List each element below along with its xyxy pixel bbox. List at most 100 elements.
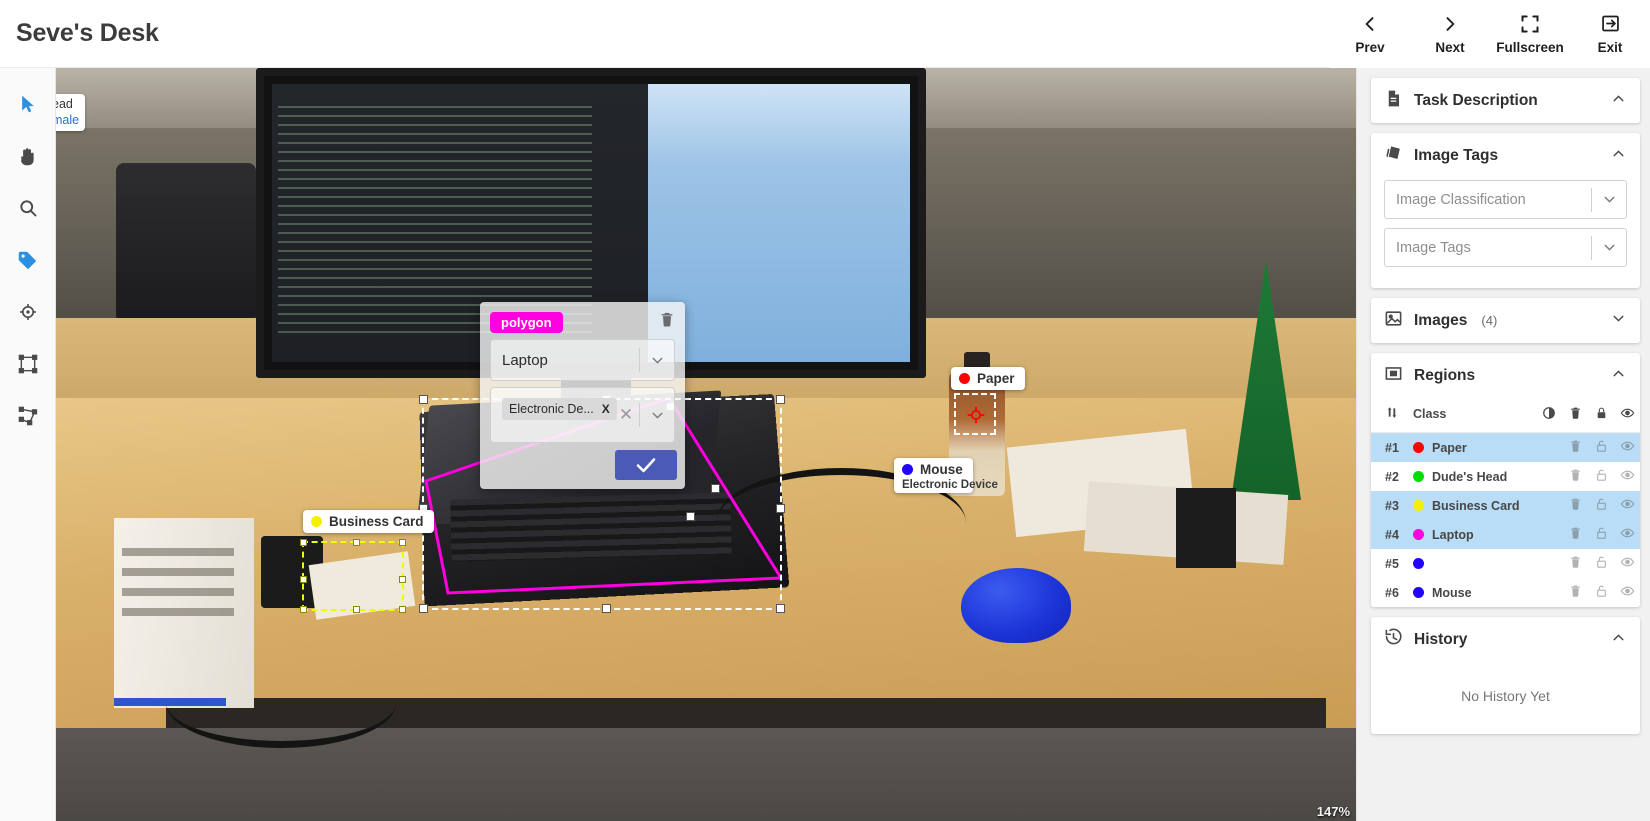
chevron-up-icon[interactable]	[1610, 629, 1627, 651]
canvas-label-business-card[interactable]: Business Card	[303, 510, 434, 533]
region-visibility-button[interactable]	[1614, 491, 1640, 520]
region-lock-button[interactable]	[1588, 578, 1614, 607]
polygon-vertex-handle[interactable]	[711, 484, 720, 493]
resize-handle-e[interactable]	[399, 576, 406, 583]
annotation-canvas[interactable]: ead male	[56, 68, 1356, 821]
resize-handle-ne[interactable]	[399, 539, 406, 546]
region-tag-chip[interactable]: Electronic De... X	[502, 398, 617, 420]
chevron-down-icon[interactable]	[640, 352, 674, 369]
unlock-icon[interactable]	[1595, 468, 1608, 482]
region-class-cell[interactable]: Paper	[1413, 433, 1536, 463]
image-tags-header[interactable]: Image Tags	[1371, 133, 1640, 178]
eye-icon[interactable]	[1620, 584, 1635, 598]
region-delete-button[interactable]	[1562, 578, 1588, 607]
unlock-icon[interactable]	[1595, 497, 1608, 511]
region-visibility-button[interactable]	[1614, 520, 1640, 549]
resize-handle-se[interactable]	[399, 606, 406, 613]
eye-icon[interactable]	[1620, 439, 1635, 453]
pan-tool[interactable]	[12, 140, 44, 172]
next-button[interactable]: Next	[1410, 0, 1490, 68]
region-class-cell[interactable]	[1413, 549, 1536, 578]
unlock-icon[interactable]	[1595, 584, 1608, 598]
resize-handle-nw[interactable]	[419, 395, 428, 404]
zoom-tool[interactable]	[12, 192, 44, 224]
table-row[interactable]: #3 Business Card	[1371, 491, 1640, 520]
canvas-label-mouse[interactable]: Mouse Electronic Device	[894, 458, 998, 493]
region-delete-button[interactable]	[1562, 491, 1588, 520]
point-tool[interactable]	[12, 296, 44, 328]
region-lock-button[interactable]	[1588, 462, 1614, 491]
confirm-region-button[interactable]	[615, 450, 677, 480]
bounding-box-tool[interactable]	[12, 348, 44, 380]
region-lock-button[interactable]	[1588, 433, 1614, 463]
regions-header[interactable]: Regions	[1371, 353, 1640, 398]
table-row[interactable]: #1 Paper	[1371, 432, 1640, 463]
images-header[interactable]: Images (4)	[1371, 298, 1640, 343]
image-classification-input[interactable]: Image Classification	[1384, 180, 1627, 219]
chevron-down-icon[interactable]	[640, 407, 674, 424]
chevron-down-icon[interactable]	[1592, 191, 1626, 208]
image-tags-input[interactable]: Image Tags	[1384, 228, 1627, 267]
trash-icon[interactable]	[1569, 526, 1582, 540]
tag-tool[interactable]	[12, 244, 44, 276]
eye-icon[interactable]	[1620, 468, 1635, 482]
partial-region-label[interactable]: ead male	[56, 94, 86, 132]
trash-icon[interactable]	[1569, 407, 1582, 423]
chevron-up-icon[interactable]	[1610, 90, 1627, 112]
table-row[interactable]: #6 Mouse	[1371, 578, 1640, 607]
table-row[interactable]: #5	[1371, 549, 1640, 578]
trash-icon[interactable]	[1569, 555, 1582, 569]
region-lock-button[interactable]	[1588, 549, 1614, 578]
unlock-icon[interactable]	[1595, 526, 1608, 540]
resize-handle-sw[interactable]	[419, 604, 428, 613]
paper-point-marker[interactable]	[967, 406, 985, 429]
resize-handle-sw[interactable]	[300, 606, 307, 613]
trash-icon[interactable]	[1569, 468, 1582, 482]
class-column-header[interactable]: Class	[1413, 398, 1536, 433]
polygon-vertex-handle[interactable]	[686, 512, 695, 521]
region-delete-button[interactable]	[1562, 433, 1588, 463]
table-row[interactable]: #4 Laptop	[1371, 520, 1640, 549]
resize-handle-w[interactable]	[300, 576, 307, 583]
region-class-cell[interactable]: Laptop	[1413, 520, 1536, 549]
chevron-down-icon[interactable]	[1592, 239, 1626, 256]
trash-icon[interactable]	[1569, 584, 1582, 598]
table-row[interactable]: #2 Dude's Head	[1371, 462, 1640, 491]
region-delete-button[interactable]	[1562, 520, 1588, 549]
region-lock-button[interactable]	[1588, 491, 1614, 520]
eye-icon[interactable]	[1620, 497, 1635, 511]
eye-icon[interactable]	[1620, 555, 1635, 569]
region-visibility-button[interactable]	[1614, 549, 1640, 578]
region-editor-popup[interactable]: polygon Laptop Electronic De... X ✕	[480, 302, 685, 489]
region-tags-select[interactable]: Electronic De... X ✕	[490, 387, 675, 443]
clear-tags-icon[interactable]: ✕	[613, 405, 639, 425]
resize-handle-s[interactable]	[353, 606, 360, 613]
region-class-select[interactable]: Laptop	[490, 339, 675, 381]
region-class-cell[interactable]: Business Card	[1413, 491, 1536, 520]
task-description-header[interactable]: Task Description	[1371, 78, 1640, 123]
delete-column-header[interactable]	[1562, 398, 1588, 433]
resize-handle-se[interactable]	[776, 604, 785, 613]
resize-handle-s[interactable]	[602, 604, 611, 613]
chevron-up-icon[interactable]	[1610, 145, 1627, 167]
region-visibility-button[interactable]	[1614, 578, 1640, 607]
visibility-column-header[interactable]	[1614, 398, 1640, 433]
select-tool[interactable]	[12, 88, 44, 120]
remove-tag-icon[interactable]: X	[602, 402, 610, 416]
eye-icon[interactable]	[1620, 526, 1635, 540]
region-visibility-button[interactable]	[1614, 433, 1640, 463]
region-class-cell[interactable]: Mouse	[1413, 578, 1536, 607]
lock-column-header[interactable]	[1588, 398, 1614, 433]
prev-button[interactable]: Prev	[1330, 0, 1410, 68]
trash-icon[interactable]	[659, 311, 675, 333]
region-delete-button[interactable]	[1562, 462, 1588, 491]
business-card-region[interactable]	[300, 539, 406, 613]
opacity-column-header[interactable]	[1536, 398, 1562, 433]
region-lock-button[interactable]	[1588, 520, 1614, 549]
trash-icon[interactable]	[1569, 497, 1582, 511]
resize-handle-e[interactable]	[776, 504, 785, 513]
resize-handle-nw[interactable]	[300, 539, 307, 546]
resize-handle-ne[interactable]	[776, 395, 785, 404]
unlock-icon[interactable]	[1595, 439, 1608, 453]
exit-button[interactable]: Exit	[1570, 0, 1650, 68]
